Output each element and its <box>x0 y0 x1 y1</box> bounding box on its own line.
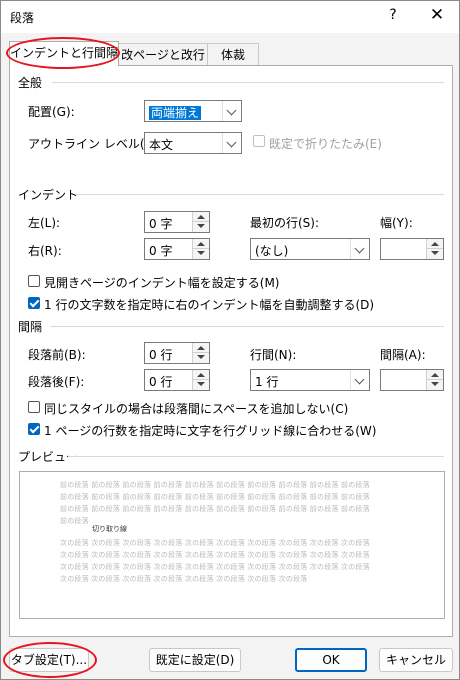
divider <box>76 194 444 195</box>
spacing-at-label: 間隔(A): <box>380 348 426 362</box>
collapse-default-label: 既定で折りたたみ(E) <box>269 137 382 151</box>
collapse-default-checkbox[interactable] <box>253 135 265 147</box>
chevron-down-icon <box>350 370 369 390</box>
mirror-indents-checkbox[interactable] <box>28 275 40 287</box>
line-spacing-value: 1 行 <box>255 375 279 389</box>
chevron-down-icon <box>350 239 369 259</box>
indent-right-label: 右(R): <box>28 244 62 258</box>
no-space-same-style-checkbox[interactable] <box>28 401 40 413</box>
help-icon[interactable]: ? <box>383 7 403 23</box>
dialog-title: 段落 <box>10 11 35 25</box>
chevron-down-icon <box>222 133 241 153</box>
space-after-value: 0 行 <box>149 375 173 389</box>
alignment-value: 両端揃え <box>149 106 202 120</box>
highlight-oval-tabs-button <box>3 642 97 678</box>
spin-down-icon[interactable] <box>192 379 209 390</box>
space-after-spinner[interactable]: 0 行 <box>144 369 210 391</box>
divider <box>50 326 444 327</box>
preview-prev-line: 前の段落 <box>60 517 89 525</box>
preview-next-line: 次の段落 次の段落 次の段落 次の段落 次の段落 次の段落 次の段落 次の段落 … <box>60 551 370 559</box>
mirror-indents-label: 見開きページのインデント幅を設定する(M) <box>44 276 280 290</box>
snap-to-grid-checkbox[interactable] <box>28 423 40 435</box>
outline-level-label: アウトライン レベル(O): <box>28 137 163 151</box>
auto-adjust-indent-checkbox[interactable] <box>28 297 40 309</box>
preview-prev-line: 前の段落 前の段落 前の段落 前の段落 前の段落 前の段落 前の段落 前の段落 … <box>60 505 370 513</box>
indent-right-value: 0 字 <box>149 244 173 258</box>
spin-down-icon[interactable] <box>192 221 209 232</box>
space-before-label: 段落前(B): <box>28 348 86 362</box>
divider <box>68 456 444 457</box>
spacing-heading: 間隔 <box>18 320 43 334</box>
line-spacing-label: 行間(N): <box>250 348 297 362</box>
outline-level-select[interactable]: 本文 <box>144 132 242 154</box>
preview-pane: 前の段落 前の段落 前の段落 前の段落 前の段落 前の段落 前の段落 前の段落 … <box>19 471 445 619</box>
indent-left-label: 左(L): <box>28 216 61 230</box>
set-as-default-button[interactable]: 既定に設定(D) <box>149 648 241 672</box>
divider <box>52 82 444 83</box>
auto-adjust-indent-label: 1 行の文字数を指定時に右のインデント幅を自動調整する(D) <box>44 298 375 312</box>
preview-current-line: 切り取り線 <box>92 525 127 533</box>
first-line-select[interactable]: (なし) <box>250 238 370 260</box>
snap-to-grid-label: 1 ページの行数を指定時に文字を行グリッド線に合わせる(W) <box>44 424 377 438</box>
space-before-value: 0 行 <box>149 348 173 362</box>
cancel-button[interactable]: キャンセル <box>379 648 453 672</box>
title-bar: 段落 ? ✕ <box>1 1 459 33</box>
no-space-same-style-label: 同じスタイルの場合は段落間にスペースを追加しない(C) <box>44 402 349 416</box>
preview-next-line: 次の段落 次の段落 次の段落 次の段落 次の段落 次の段落 次の段落 次の段落 … <box>60 563 370 571</box>
preview-next-line: 次の段落 次の段落 次の段落 次の段落 次の段落 次の段落 次の段落 次の段落 … <box>60 539 370 547</box>
indent-left-value: 0 字 <box>149 217 173 231</box>
first-line-label: 最初の行(S): <box>250 216 320 230</box>
line-spacing-select[interactable]: 1 行 <box>250 369 370 391</box>
spin-down-icon[interactable] <box>192 248 209 259</box>
preview-prev-line: 前の段落 前の段落 前の段落 前の段落 前の段落 前の段落 前の段落 前の段落 … <box>60 481 370 489</box>
outline-level-value: 本文 <box>149 138 174 152</box>
close-icon[interactable]: ✕ <box>427 5 447 25</box>
space-before-spinner[interactable]: 0 行 <box>144 342 210 364</box>
first-line-value: (なし) <box>255 244 289 258</box>
spin-down-icon[interactable] <box>426 379 443 390</box>
tab-line-page-breaks[interactable]: 改ページと改行 <box>118 43 208 66</box>
alignment-label: 配置(G): <box>28 105 75 119</box>
general-heading: 全般 <box>18 76 43 90</box>
tab-asian-typography[interactable]: 体裁 <box>207 43 259 66</box>
alignment-select[interactable]: 両端揃え <box>144 100 242 122</box>
spacing-at-spinner[interactable] <box>380 369 444 391</box>
indent-right-spinner[interactable]: 0 字 <box>144 238 210 260</box>
space-after-label: 段落後(F): <box>28 375 85 389</box>
preview-prev-line: 前の段落 前の段落 前の段落 前の段落 前の段落 前の段落 前の段落 前の段落 … <box>60 493 370 501</box>
preview-next-line: 次の段落 次の段落 次の段落 次の段落 次の段落 次の段落 次の段落 次の段落 <box>60 575 308 583</box>
ok-button[interactable]: OK <box>295 648 367 672</box>
paragraph-dialog: 段落 ? ✕ インデントと行間隔 改ページと改行 体裁 全般 配置(G): 両端… <box>0 0 460 680</box>
spin-down-icon[interactable] <box>426 248 443 259</box>
spin-down-icon[interactable] <box>192 352 209 363</box>
indent-width-label: 幅(Y): <box>380 216 413 230</box>
chevron-down-icon <box>222 101 241 121</box>
highlight-oval-tab <box>6 37 120 69</box>
indent-heading: インデント <box>18 188 79 202</box>
indent-width-spinner[interactable] <box>380 238 444 260</box>
indent-left-spinner[interactable]: 0 字 <box>144 211 210 233</box>
